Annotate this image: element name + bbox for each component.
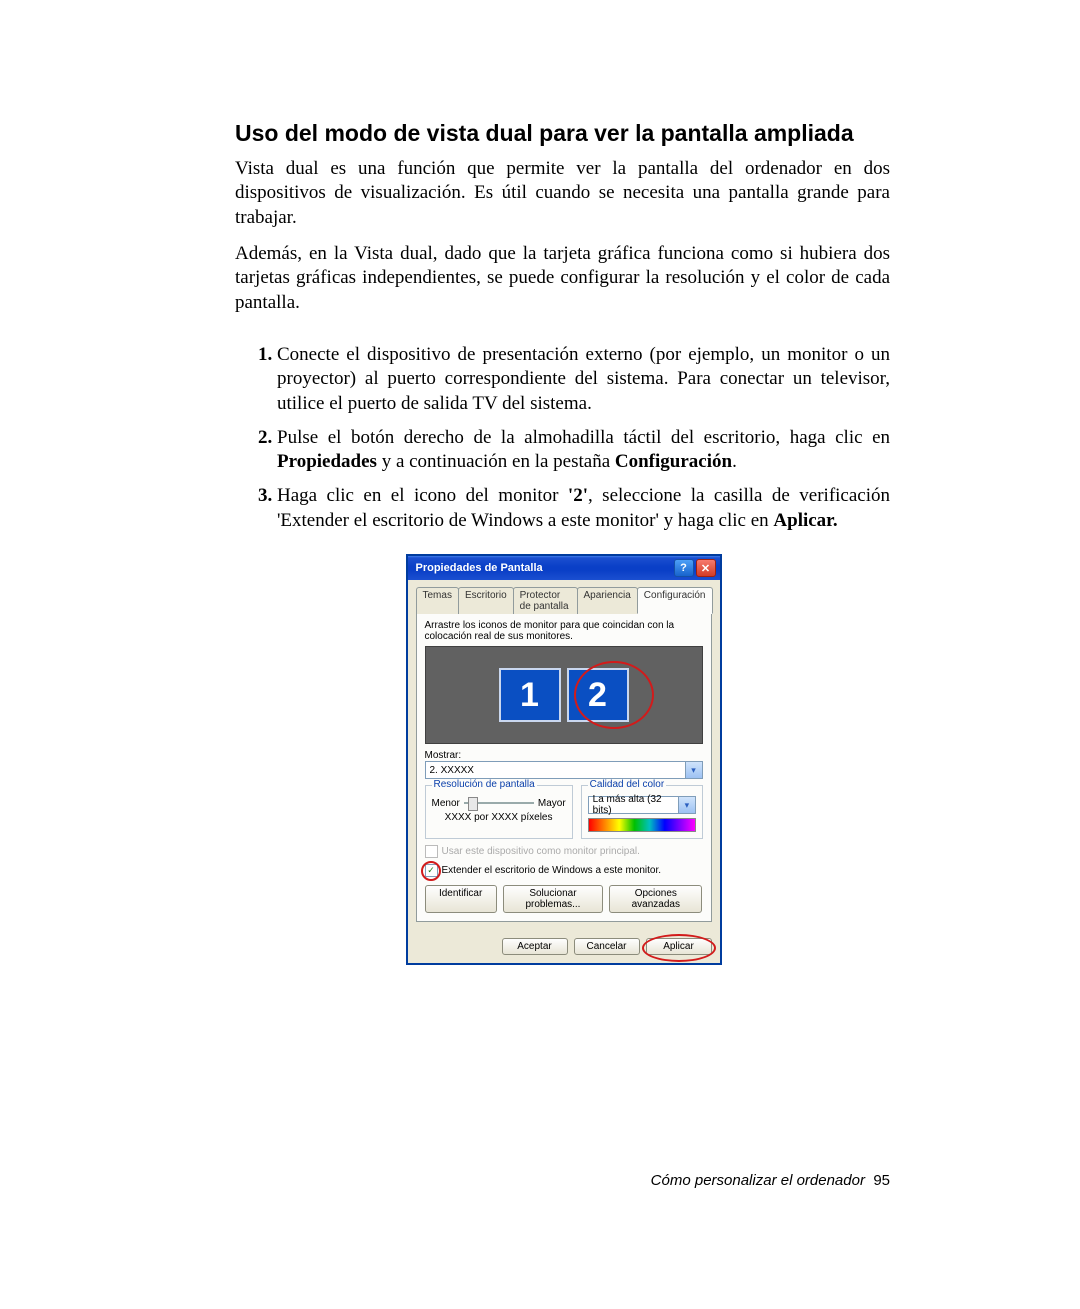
- section-heading: Uso del modo de vista dual para ver la p…: [235, 120, 890, 147]
- paragraph: Además, en la Vista dual, dado que la ta…: [235, 242, 890, 315]
- troubleshoot-button[interactable]: Solucionar problemas...: [503, 885, 603, 913]
- cancel-button[interactable]: Cancelar: [574, 938, 640, 955]
- page-number: 95: [873, 1172, 890, 1189]
- dialog-title: Propiedades de Pantalla: [416, 562, 543, 574]
- tab-screensaver[interactable]: Protector de pantalla: [513, 587, 578, 614]
- text: .: [732, 451, 737, 472]
- monitor-arrangement-area[interactable]: 1 2: [425, 646, 703, 744]
- resolution-group: Resolución de pantalla Menor Mayor XXXX …: [425, 785, 573, 839]
- step-item: Conecte el dispositivo de presentación e…: [277, 343, 890, 416]
- chevron-down-icon: ▾: [678, 797, 694, 813]
- monitor-1-icon[interactable]: 1: [499, 668, 561, 722]
- text: Haga clic en el icono del monitor: [277, 485, 568, 506]
- display-label: Mostrar:: [425, 750, 703, 761]
- help-button[interactable]: ?: [674, 559, 694, 577]
- identify-button[interactable]: Identificar: [425, 885, 497, 913]
- group-title: Resolución de pantalla: [432, 779, 537, 790]
- color-preview-bar: [588, 818, 696, 832]
- color-quality-group: Calidad del color La más alta (32 bits) …: [581, 785, 703, 839]
- hint-text: Arrastre los iconos de monitor para que …: [425, 620, 703, 642]
- tab-appearance[interactable]: Apariencia: [577, 587, 638, 614]
- advanced-button[interactable]: Opciones avanzadas: [609, 885, 702, 913]
- apply-button[interactable]: Aplicar: [646, 938, 712, 955]
- footer-text: Cómo personalizar el ordenador: [651, 1172, 865, 1189]
- resolution-readout: XXXX por XXXX píxeles: [432, 812, 566, 823]
- text-bold: '2': [568, 485, 588, 506]
- tab-strip: Temas Escritorio Protector de pantalla A…: [416, 587, 712, 614]
- dialog-titlebar[interactable]: Propiedades de Pantalla ? ✕: [408, 556, 720, 580]
- step-item: Pulse el botón derecho de la almohadilla…: [277, 426, 890, 475]
- dialog-footer: Aceptar Cancelar Aplicar: [408, 930, 720, 963]
- dropdown-value: 2. XXXXX: [430, 765, 474, 776]
- ok-button[interactable]: Aceptar: [502, 938, 568, 955]
- close-button[interactable]: ✕: [696, 559, 716, 577]
- slider-min-label: Menor: [432, 798, 460, 809]
- group-title: Calidad del color: [588, 779, 667, 790]
- tab-panel-settings: Arrastre los iconos de monitor para que …: [416, 613, 712, 922]
- step-item: Haga clic en el icono del monitor '2', s…: [277, 484, 890, 533]
- monitor-2-icon[interactable]: 2: [567, 668, 629, 722]
- color-quality-dropdown[interactable]: La más alta (32 bits) ▾: [588, 796, 696, 814]
- text-bold: Aplicar.: [773, 510, 837, 531]
- dropdown-value: La más alta (32 bits): [593, 794, 679, 816]
- extend-desktop-checkbox[interactable]: ✓: [425, 864, 438, 877]
- resolution-slider[interactable]: [464, 796, 534, 810]
- page-footer: Cómo personalizar el ordenador 95: [651, 1172, 890, 1189]
- tab-settings[interactable]: Configuración: [637, 587, 713, 614]
- steps-list: Conecte el dispositivo de presentación e…: [235, 343, 890, 533]
- slider-max-label: Mayor: [538, 798, 566, 809]
- primary-monitor-checkbox: [425, 845, 438, 858]
- tab-desktop[interactable]: Escritorio: [458, 587, 514, 614]
- checkbox-label: Extender el escritorio de Windows a este…: [442, 865, 662, 876]
- text-bold: Configuración: [615, 451, 732, 472]
- paragraph: Vista dual es una función que permite ve…: [235, 157, 890, 230]
- chevron-down-icon: ▾: [685, 762, 702, 778]
- display-properties-dialog: Propiedades de Pantalla ? ✕ Temas Escrit…: [407, 555, 721, 964]
- text: y a continuación en la pestaña: [377, 451, 615, 472]
- display-dropdown[interactable]: 2. XXXXX ▾: [425, 761, 703, 779]
- tab-themes[interactable]: Temas: [416, 587, 459, 614]
- dialog-screenshot: Propiedades de Pantalla ? ✕ Temas Escrit…: [407, 555, 719, 964]
- text-bold: Propiedades: [277, 451, 377, 472]
- checkbox-label: Usar este dispositivo como monitor princ…: [442, 846, 640, 857]
- text: Pulse el botón derecho de la almohadilla…: [277, 427, 890, 448]
